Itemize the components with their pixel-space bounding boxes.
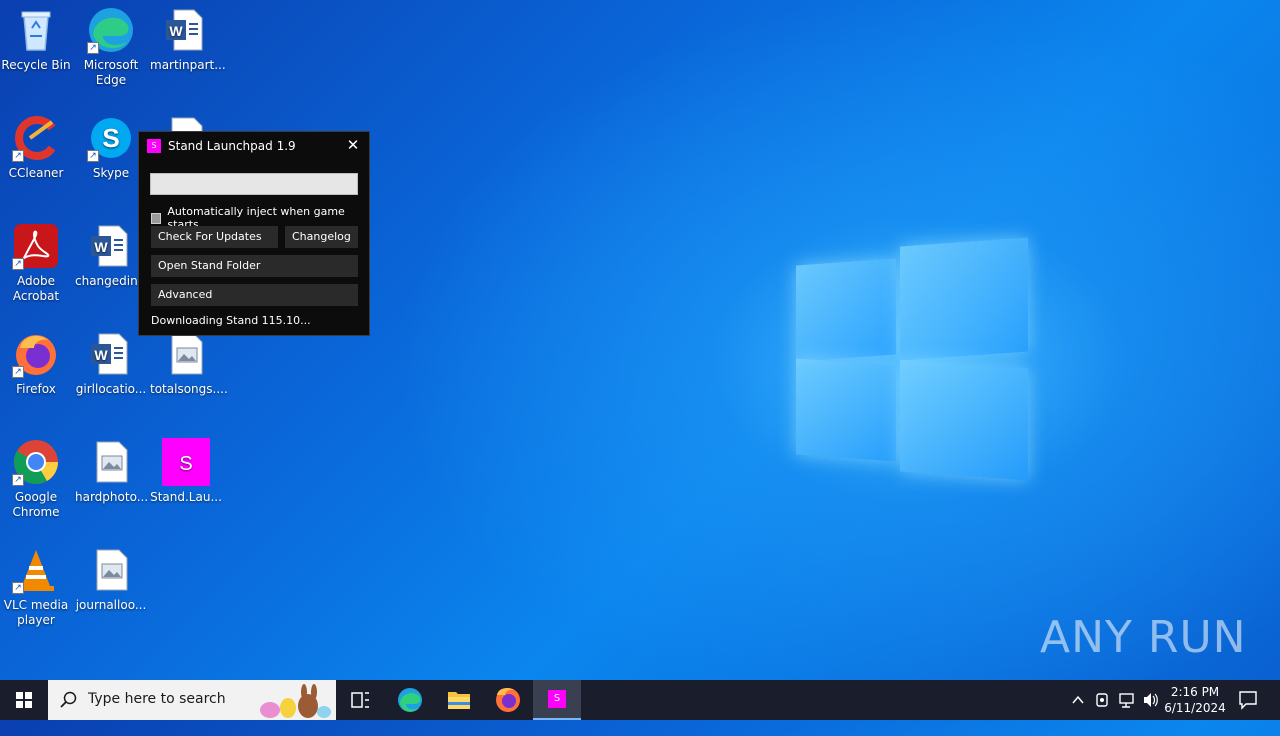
windows-logo-wallpaper [796,237,1032,481]
check-for-updates-button[interactable]: Check For Updates [151,226,278,248]
task-view-button[interactable] [336,680,384,720]
desktop-icon-journalloo-image[interactable]: journalloo... [75,546,147,613]
image-file-icon [87,546,135,594]
desktop-icon-hardphoto-image[interactable]: hardphoto... [75,438,149,505]
windows-start-icon [16,692,32,708]
desktop-icon-label: CCleaner [8,166,64,180]
shortcut-arrow-icon: ↗ [87,42,99,54]
stand-app-icon: S [548,690,566,708]
desktop-icon-label: totalsongs.... [150,382,228,396]
action-center-notification-icon[interactable] [1238,680,1258,720]
svg-text:W: W [94,347,108,363]
desktop-icon-adobe-acrobat[interactable]: ↗ Adobe Acrobat [0,222,72,304]
anyrun-watermark: ANY RUN [1040,612,1247,663]
desktop-icon-label: journalloo... [75,598,147,612]
close-icon[interactable]: ✕ [345,137,361,153]
window-title: Stand Launchpad 1.9 [168,139,296,153]
stand-app-icon: S [162,438,210,486]
shortcut-arrow-icon: ↗ [87,150,99,162]
edge-icon: ↗ [87,6,135,54]
download-progress-bar [150,173,358,195]
easter-eggs-decoration-icon [260,684,331,718]
taskbar-firefox-button[interactable] [484,680,532,720]
desktop-icon-google-chrome[interactable]: ↗ Google Chrome [0,438,72,520]
shortcut-arrow-icon: ↗ [12,582,24,594]
open-stand-folder-button[interactable]: Open Stand Folder [151,255,358,277]
taskbar: Type here to search S 2:16 PM 6/11/2024 [0,680,1280,720]
meet-now-icon[interactable] [1094,680,1112,720]
vlc-icon: ↗ [12,546,60,594]
search-icon [60,691,77,708]
desktop-icon-label: changedin... [75,274,150,288]
desktop-icon-skype[interactable]: S ↗ Skype [75,114,147,181]
desktop-icon-totalsongs-image[interactable]: totalsongs.... [150,330,228,397]
firefox-icon [496,687,520,712]
search-placeholder: Type here to search [88,691,226,707]
folder-icon [448,692,470,709]
network-icon[interactable] [1118,680,1136,720]
desktop-icon-microsoft-edge[interactable]: ↗ Microsoft Edge [75,6,147,88]
desktop-icon-label: girllocatio... [75,382,147,396]
svg-text:W: W [169,23,183,39]
desktop-icon-label: Skype [92,166,130,180]
shortcut-arrow-icon: ↗ [12,150,24,162]
desktop-icon-changedin-doc[interactable]: W changedin... [75,222,150,289]
svg-text:S: S [102,123,119,153]
desktop-icon-label: Firefox [16,382,56,396]
image-file-icon [87,438,135,486]
auto-inject-checkbox[interactable] [151,212,162,224]
svg-text:S: S [179,453,192,475]
volume-icon[interactable] [1142,680,1160,720]
firefox-icon: ↗ [12,330,60,378]
desktop-icon-label: Google Chrome [12,490,60,519]
shortcut-arrow-icon: ↗ [12,258,24,270]
word-document-icon: W [87,222,135,270]
taskbar-file-explorer-button[interactable] [435,680,483,720]
show-hidden-icons-chevron-icon[interactable] [1070,680,1086,720]
desktop-icon-stand-launchpad[interactable]: S Stand.Lau... [150,438,222,505]
changelog-button[interactable]: Changelog [285,226,358,248]
desktop-icon-label: Adobe Acrobat [12,274,60,303]
skype-icon: S ↗ [87,114,135,162]
stand-launchpad-window: S Stand Launchpad 1.9 ✕ Automatically in… [138,131,370,336]
ccleaner-icon: ↗ [12,114,60,162]
chrome-icon: ↗ [12,438,60,486]
shortcut-arrow-icon: ↗ [12,366,24,378]
image-file-icon [162,330,210,378]
desktop-icon-label: VLC media player [3,598,69,627]
desktop-icon-label: martinpart... [150,58,226,72]
task-view-icon [351,692,369,708]
desktop-icon-label: Recycle Bin [1,58,71,72]
svg-text:W: W [94,239,108,255]
desktop-icon-girllocation-doc[interactable]: W girllocatio... [75,330,147,397]
edge-icon [398,688,422,712]
desktop-icon-firefox[interactable]: ↗ Firefox [0,330,72,397]
clock-time: 2:16 PM [1170,685,1220,699]
title-bar[interactable]: S Stand Launchpad 1.9 ✕ [139,132,369,160]
adobe-acrobat-icon: ↗ [12,222,60,270]
taskbar-search-box[interactable]: Type here to search [48,680,336,720]
taskbar-clock[interactable]: 2:16 PM 6/11/2024 [1162,684,1228,716]
desktop-icon-label: hardphoto... [75,490,149,504]
advanced-button[interactable]: Advanced [151,284,358,306]
desktop-icon-label: Microsoft Edge [83,58,139,87]
word-document-icon: W [162,6,210,54]
recycle-bin-icon [12,6,60,54]
taskbar-stand-launchpad-button[interactable]: S [533,680,581,720]
status-text: Downloading Stand 115.10... [151,314,311,327]
desktop-icon-vlc[interactable]: ↗ VLC media player [0,546,72,628]
desktop-icon-label: Stand.Lau... [150,490,222,504]
desktop-icon-ccleaner[interactable]: ↗ CCleaner [0,114,72,181]
desktop-icon-recycle-bin[interactable]: Recycle Bin [0,6,72,73]
stand-app-icon: S [147,139,161,153]
start-button[interactable] [0,680,48,720]
word-document-icon: W [87,330,135,378]
desktop-icon-martinpart-doc[interactable]: W martinpart... [150,6,226,73]
taskbar-edge-button[interactable] [386,680,434,720]
shortcut-arrow-icon: ↗ [12,474,24,486]
clock-date: 6/11/2024 [1164,701,1226,715]
